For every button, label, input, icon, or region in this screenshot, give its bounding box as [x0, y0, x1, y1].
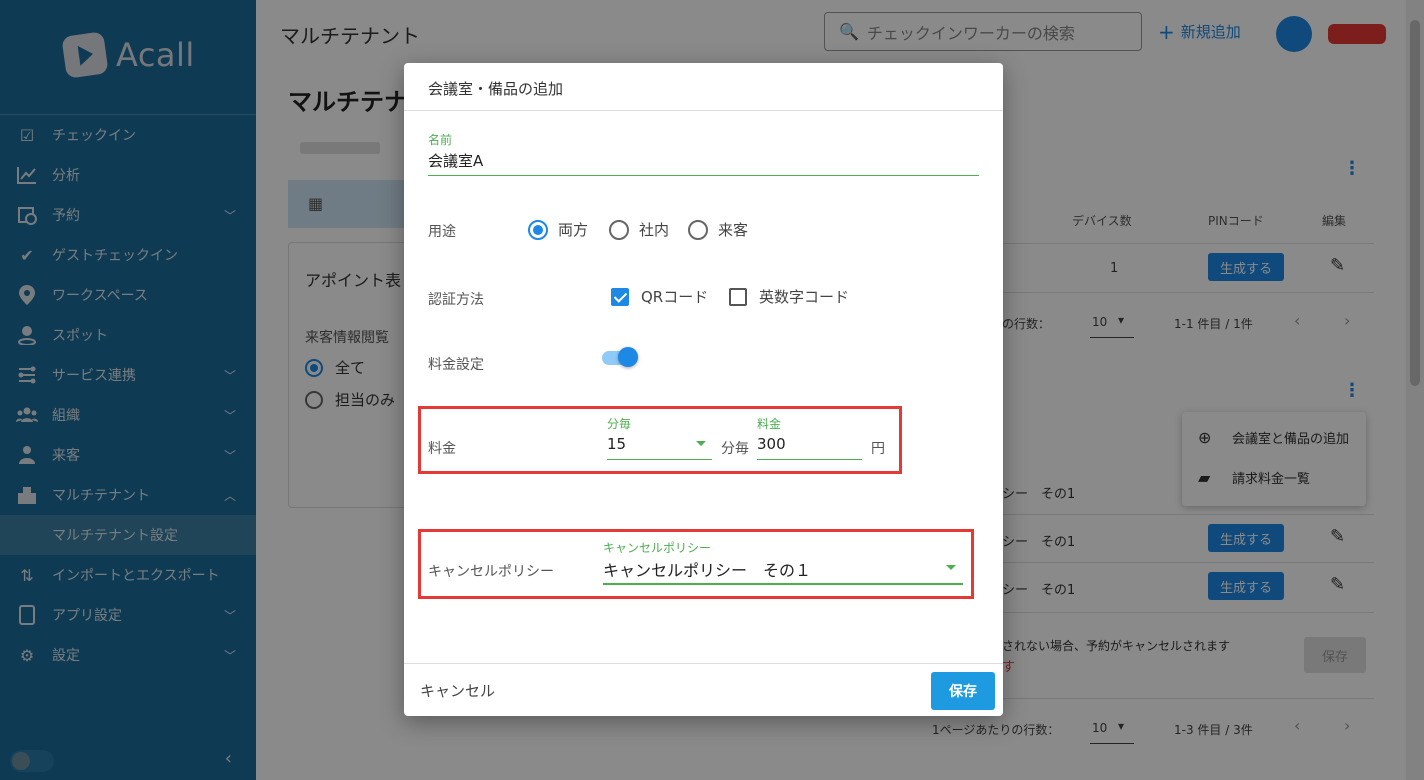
dialog-title: 会議室・備品の追加	[428, 80, 564, 98]
name-field[interactable]: 会議室A	[428, 150, 483, 171]
auth-label: 認証方法	[428, 292, 484, 308]
fee-setting-label: 料金設定	[428, 357, 484, 373]
cancel-policy-underline	[603, 583, 963, 585]
fee-label: 料金	[428, 441, 456, 457]
dialog-footer: キャンセル 保存	[404, 663, 1003, 716]
price-label: 料金	[757, 417, 782, 431]
cancel-button[interactable]: キャンセル	[420, 680, 495, 701]
name-label: 名前	[428, 133, 453, 147]
per-minutes-label: 分毎	[607, 417, 632, 431]
checkbox-label: 英数字コード	[759, 288, 850, 306]
cancel-policy-field-label: キャンセルポリシー	[603, 541, 712, 555]
add-room-dialog: 会議室・備品の追加 名前 会議室A 用途 両方 社内 来客 認証方法 QRコード…	[404, 63, 1003, 716]
caret-down-icon	[946, 565, 956, 570]
per-minutes-select[interactable]: 15	[607, 435, 626, 453]
price-unit: 円	[871, 441, 885, 457]
radio-label: 社内	[639, 221, 670, 239]
fee-setting-switch[interactable]	[602, 347, 638, 367]
usage-radio-visitor[interactable]: 来客	[688, 219, 748, 240]
radio-label: 両方	[558, 221, 589, 239]
price-input[interactable]: 300	[757, 435, 786, 453]
dialog-header: 会議室・備品の追加	[404, 63, 1003, 111]
auth-checkbox-qr[interactable]: QRコード	[611, 286, 708, 307]
caret-down-icon	[696, 441, 706, 446]
checkbox-label: QRコード	[641, 288, 709, 306]
price-underline	[757, 459, 862, 460]
per-minutes-unit: 分毎	[721, 441, 749, 457]
radio-on-icon	[528, 219, 548, 240]
cancel-policy-select[interactable]: キャンセルポリシー その１	[603, 557, 811, 581]
save-button[interactable]: 保存	[931, 672, 995, 710]
radio-off-icon	[688, 219, 708, 240]
auth-checkbox-alnum[interactable]: 英数字コード	[729, 286, 849, 307]
per-minutes-underline	[607, 459, 712, 460]
checkbox-checked-icon	[611, 287, 629, 306]
radio-off-icon	[609, 219, 629, 240]
usage-radio-internal[interactable]: 社内	[609, 219, 669, 240]
usage-radio-both[interactable]: 両方	[528, 219, 588, 240]
checkbox-unchecked-icon	[729, 287, 747, 306]
radio-label: 来客	[718, 221, 749, 239]
name-underline	[428, 175, 979, 176]
fee-highlight-box	[418, 406, 902, 474]
usage-label: 用途	[428, 224, 456, 240]
cancel-policy-label: キャンセルポリシー	[428, 564, 554, 580]
